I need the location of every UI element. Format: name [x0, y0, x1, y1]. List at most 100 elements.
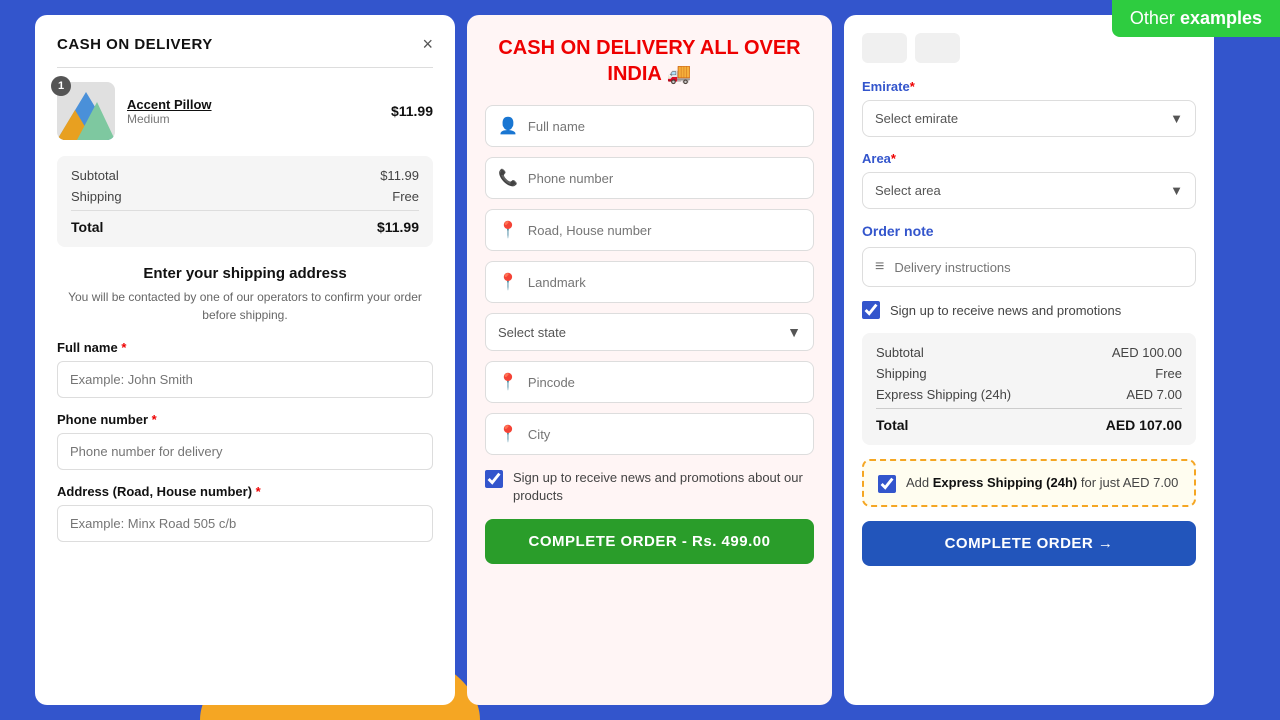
product-variant: Medium — [127, 112, 379, 126]
subtotal-row: Subtotal $11.99 — [71, 168, 419, 183]
total-value: $11.99 — [377, 219, 419, 235]
right-signup-label: Sign up to receive news and promotions — [890, 303, 1121, 318]
phone-required: * — [152, 412, 157, 427]
address-section-subtitle: You will be contacted by one of our oper… — [57, 288, 433, 324]
signup-label: Sign up to receive news and promotions a… — [513, 469, 814, 505]
emirate-label: Emirate* — [862, 79, 1196, 94]
phone-field: 📞 — [485, 157, 814, 199]
product-badge: 1 — [51, 76, 71, 96]
right-total-label: Total — [876, 417, 908, 433]
city-icon: 📍 — [498, 424, 518, 444]
express-banner: Add Express Shipping (24h) for just AED … — [862, 459, 1196, 507]
order-note-label: Order note — [862, 223, 1196, 239]
shipping-row: Shipping Free — [71, 189, 419, 204]
phone-label: Phone number * — [57, 412, 433, 427]
shipping-label: Shipping — [71, 189, 122, 204]
signup-checkbox[interactable] — [485, 470, 503, 488]
phone-middle-input[interactable] — [528, 171, 801, 186]
landmark-field: 📍 — [485, 261, 814, 303]
express-shipping-checkbox[interactable] — [878, 475, 896, 493]
city-input[interactable] — [528, 427, 801, 442]
right-total-value: AED 107.00 — [1106, 417, 1182, 433]
price-table: Subtotal $11.99 Shipping Free Total $11.… — [57, 156, 433, 247]
product-price: $11.99 — [391, 103, 433, 119]
area-chevron-icon: ▼ — [1170, 183, 1183, 198]
delivery-instructions-input[interactable] — [894, 260, 1183, 275]
other-examples-text-bold: examples — [1180, 8, 1262, 28]
hint-box-1 — [862, 33, 907, 63]
address-input[interactable] — [57, 505, 433, 542]
left-panel-header: CASH ON DELIVERY × — [57, 35, 433, 53]
product-name: Accent Pillow — [127, 97, 379, 112]
right-subtotal-value: AED 100.00 — [1112, 345, 1182, 360]
top-hint — [862, 33, 1196, 63]
city-field: 📍 — [485, 413, 814, 455]
right-signup-row: Sign up to receive news and promotions — [862, 301, 1196, 319]
area-placeholder: Select area — [875, 183, 941, 198]
product-row: 1 Accent Pillow Medium $11.99 — [57, 82, 433, 140]
right-signup-checkbox[interactable] — [862, 301, 880, 319]
landmark-input[interactable] — [528, 275, 801, 290]
middle-title: CASH ON DELIVERY ALL OVER INDIA 🚚 — [485, 35, 814, 87]
pincode-input[interactable] — [528, 375, 801, 390]
emirate-placeholder: Select emirate — [875, 111, 958, 126]
left-panel-title: CASH ON DELIVERY — [57, 36, 213, 53]
area-label: Area* — [862, 151, 1196, 166]
address-label: Address (Road, House number) * — [57, 484, 433, 499]
right-total-row: Total AED 107.00 — [876, 408, 1182, 433]
delivery-instructions-field: ≡ — [862, 247, 1196, 287]
complete-order-blue-button[interactable]: COMPLETE ORDER → — [862, 521, 1196, 566]
middle-panel: CASH ON DELIVERY ALL OVER INDIA 🚚 👤 📞 📍 … — [467, 15, 832, 705]
right-express-value: AED 7.00 — [1126, 387, 1182, 402]
divider — [57, 67, 433, 68]
state-select[interactable]: Select state ▼ — [485, 313, 814, 351]
full-name-input[interactable] — [57, 361, 433, 398]
right-price-table: Subtotal AED 100.00 Shipping Free Expres… — [862, 333, 1196, 445]
shipping-value: Free — [392, 189, 419, 204]
road-field: 📍 — [485, 209, 814, 251]
location-icon: 📍 — [498, 220, 518, 240]
right-shipping-row: Shipping Free — [876, 366, 1182, 381]
address-required: * — [256, 484, 261, 499]
left-panel: CASH ON DELIVERY × 1 Accent Pillow Mediu… — [35, 15, 455, 705]
right-express-label: Express Shipping (24h) — [876, 387, 1011, 402]
full-name-label: Full name * — [57, 340, 433, 355]
area-dropdown[interactable]: Select area ▼ — [862, 172, 1196, 209]
subtotal-value: $11.99 — [380, 168, 419, 183]
express-banner-text: Add Express Shipping (24h) for just AED … — [906, 473, 1178, 493]
person-icon: 👤 — [498, 116, 518, 136]
pin-icon: 📍 — [498, 372, 518, 392]
right-express-row: Express Shipping (24h) AED 7.00 — [876, 387, 1182, 402]
hint-box-2 — [915, 33, 960, 63]
complete-order-button[interactable]: COMPLETE ORDER - Rs. 499.00 — [485, 519, 814, 564]
state-placeholder: Select state — [498, 325, 566, 340]
right-subtotal-row: Subtotal AED 100.00 — [876, 345, 1182, 360]
phone-input[interactable] — [57, 433, 433, 470]
right-shipping-value: Free — [1155, 366, 1182, 381]
total-label: Total — [71, 219, 103, 235]
emirate-chevron-icon: ▼ — [1170, 111, 1183, 126]
phone-icon: 📞 — [498, 168, 518, 188]
area-required: * — [891, 151, 896, 166]
close-button[interactable]: × — [422, 35, 433, 53]
right-panel: Emirate* Select emirate ▼ Area* Select a… — [844, 15, 1214, 705]
pincode-field: 📍 — [485, 361, 814, 403]
subtotal-label: Subtotal — [71, 168, 119, 183]
full-name-field: 👤 — [485, 105, 814, 147]
chevron-down-icon: ▼ — [787, 324, 801, 340]
product-image-wrap: 1 — [57, 82, 115, 140]
list-icon: ≡ — [875, 258, 884, 276]
landmark-icon: 📍 — [498, 272, 518, 292]
right-subtotal-label: Subtotal — [876, 345, 924, 360]
emirate-dropdown[interactable]: Select emirate ▼ — [862, 100, 1196, 137]
full-name-required: * — [121, 340, 126, 355]
other-examples-badge[interactable]: Other examples — [1112, 0, 1280, 37]
address-section-title: Enter your shipping address — [57, 265, 433, 282]
signup-checkbox-row: Sign up to receive news and promotions a… — [485, 469, 814, 505]
full-name-middle-input[interactable] — [528, 119, 801, 134]
other-examples-text-normal: Other — [1130, 8, 1180, 28]
road-input[interactable] — [528, 223, 801, 238]
emirate-required: * — [910, 79, 915, 94]
product-info: Accent Pillow Medium — [127, 97, 379, 126]
total-row: Total $11.99 — [71, 210, 419, 235]
